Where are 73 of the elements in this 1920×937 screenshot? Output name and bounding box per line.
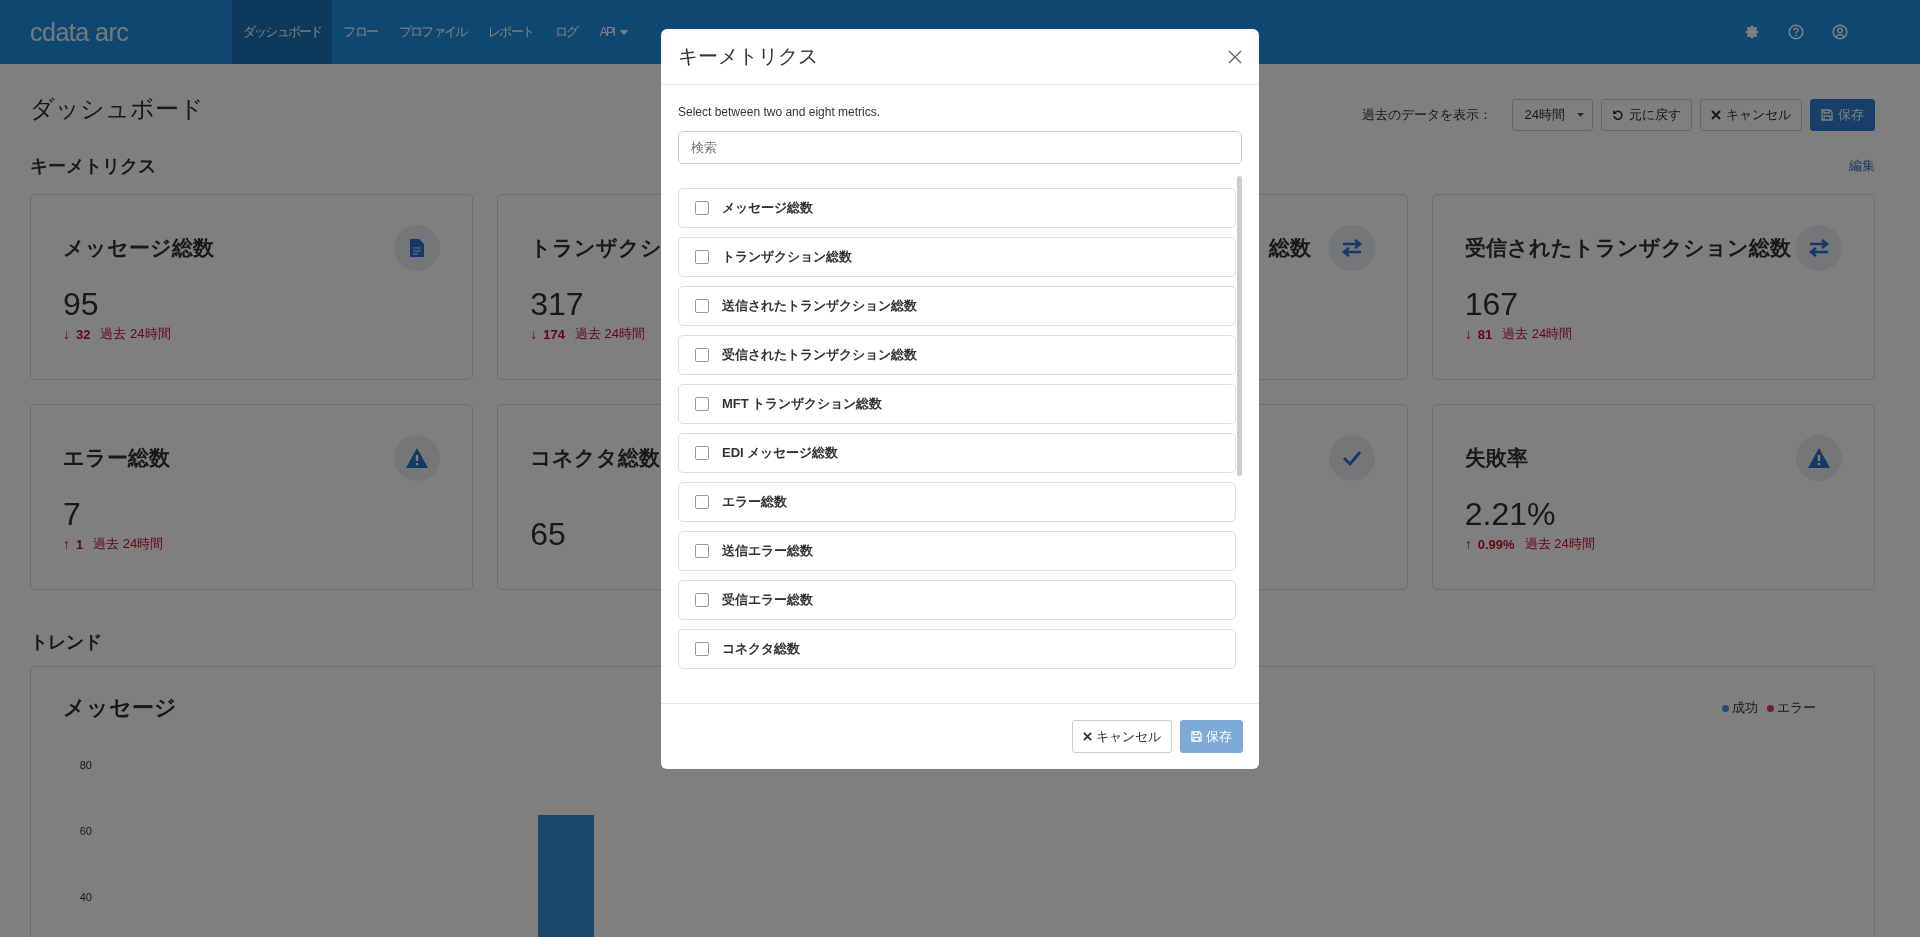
legend-label: エラー xyxy=(1777,699,1816,717)
change-period: 過去 24時間 xyxy=(574,325,646,343)
metric-title: エラー総数 xyxy=(63,445,170,471)
metric-value: 95 xyxy=(63,285,99,323)
dialog-title: キーメトリクス xyxy=(678,44,818,69)
change-amount: 1 xyxy=(76,536,84,552)
change-period: 過去 24時間 xyxy=(1502,325,1573,343)
option-label: EDI メッセージ総数 xyxy=(722,444,839,462)
option-label: 送信エラー総数 xyxy=(722,542,813,560)
option-label: MFT トランザクション総数 xyxy=(722,395,883,413)
metric-option[interactable]: 受信されたトランザクション総数 xyxy=(678,335,1236,375)
edit-link[interactable]: 編集 xyxy=(1849,157,1875,175)
option-label: メッセージ総数 xyxy=(722,199,813,217)
cancel-button[interactable]: キャンセル xyxy=(1700,99,1802,131)
nav-tab[interactable]: ダッシュボード xyxy=(232,0,333,64)
metric-title: メッセージ総数 xyxy=(63,235,214,261)
change-amount: 81 xyxy=(1477,326,1493,342)
metric-value: 2.21% xyxy=(1464,495,1556,533)
axis-tick-label: 60 xyxy=(79,825,92,837)
metric-option[interactable]: 受信エラー総数 xyxy=(678,580,1236,620)
metric-title: 総数 xyxy=(1268,235,1311,261)
metric-option[interactable]: 送信エラー総数 xyxy=(678,531,1236,571)
range-select[interactable]: 24時間 xyxy=(1511,99,1593,131)
change-amount: 32 xyxy=(76,326,91,342)
option-label: エラー総数 xyxy=(722,493,787,511)
metric-title: トランザクシ xyxy=(530,235,663,261)
option-label: 受信エラー総数 xyxy=(722,591,813,609)
trend-arrow: ↓ xyxy=(63,326,70,342)
option-label: コネクタ総数 xyxy=(722,640,800,658)
option-label: トランザクション総数 xyxy=(722,248,852,266)
axis-tick-label: 40 xyxy=(79,891,92,903)
search-field[interactable]: 検索 xyxy=(678,131,1242,164)
metric-title: 受信されたトランザクション総数 xyxy=(1464,235,1791,261)
metric-value: 7 xyxy=(63,495,81,533)
section-title: トレンド xyxy=(30,631,102,654)
dialog-description: Select between two and eight metrics. xyxy=(678,105,882,119)
page-title: ダッシュボード xyxy=(30,94,204,124)
cancel-button[interactable]: キャンセル xyxy=(1072,720,1172,753)
metric-value: 65 xyxy=(530,515,566,553)
metric-option[interactable]: EDI メッセージ総数 xyxy=(678,433,1236,473)
trend-arrow: ↓ xyxy=(530,326,538,342)
legend-label: 成功 xyxy=(1732,699,1758,717)
trend-arrow: ↓ xyxy=(1464,326,1472,342)
change-period: 過去 24時間 xyxy=(100,325,171,343)
metric-title: 失敗率 xyxy=(1464,445,1528,471)
change-amount: 0.99% xyxy=(1477,536,1515,552)
metric-option[interactable]: コネクタ総数 xyxy=(678,629,1236,669)
nav-tab[interactable]: プロファイル xyxy=(388,0,478,64)
metric-option[interactable]: MFT トランザクション総数 xyxy=(678,384,1236,424)
revert-button[interactable]: 元に戻す xyxy=(1601,99,1692,131)
nav-tab[interactable]: API xyxy=(588,0,640,64)
range-label: 過去のデータを表示： xyxy=(1361,106,1492,124)
nav-tab[interactable]: ログ xyxy=(544,0,589,64)
change-amount: 174 xyxy=(543,326,565,342)
metric-option[interactable]: 送信されたトランザクション総数 xyxy=(678,286,1236,326)
trend-arrow: ↑ xyxy=(1464,536,1472,552)
save-button[interactable]: 保存 xyxy=(1810,99,1875,131)
metric-option[interactable]: メッセージ総数 xyxy=(678,188,1236,228)
trend-arrow: ↑ xyxy=(63,536,70,552)
nav-tab[interactable]: レポート xyxy=(477,0,545,64)
option-label: 受信されたトランザクション総数 xyxy=(722,346,917,364)
section-title: キーメトリクス xyxy=(30,155,156,178)
chart-title: メッセージ xyxy=(63,694,177,722)
metric-value: 317 xyxy=(530,285,584,323)
change-period: 過去 24時間 xyxy=(93,535,164,553)
option-label: 送信されたトランザクション総数 xyxy=(722,297,917,315)
change-period: 過去 24時間 xyxy=(1524,535,1595,553)
metric-option[interactable]: エラー総数 xyxy=(678,482,1236,522)
axis-tick-label: 80 xyxy=(79,759,92,771)
metric-option[interactable]: トランザクション総数 xyxy=(678,237,1236,277)
metric-title: コネクタ総数 xyxy=(530,445,661,471)
metric-value: 167 xyxy=(1464,285,1519,323)
nav-tab[interactable]: フロー xyxy=(332,0,388,64)
